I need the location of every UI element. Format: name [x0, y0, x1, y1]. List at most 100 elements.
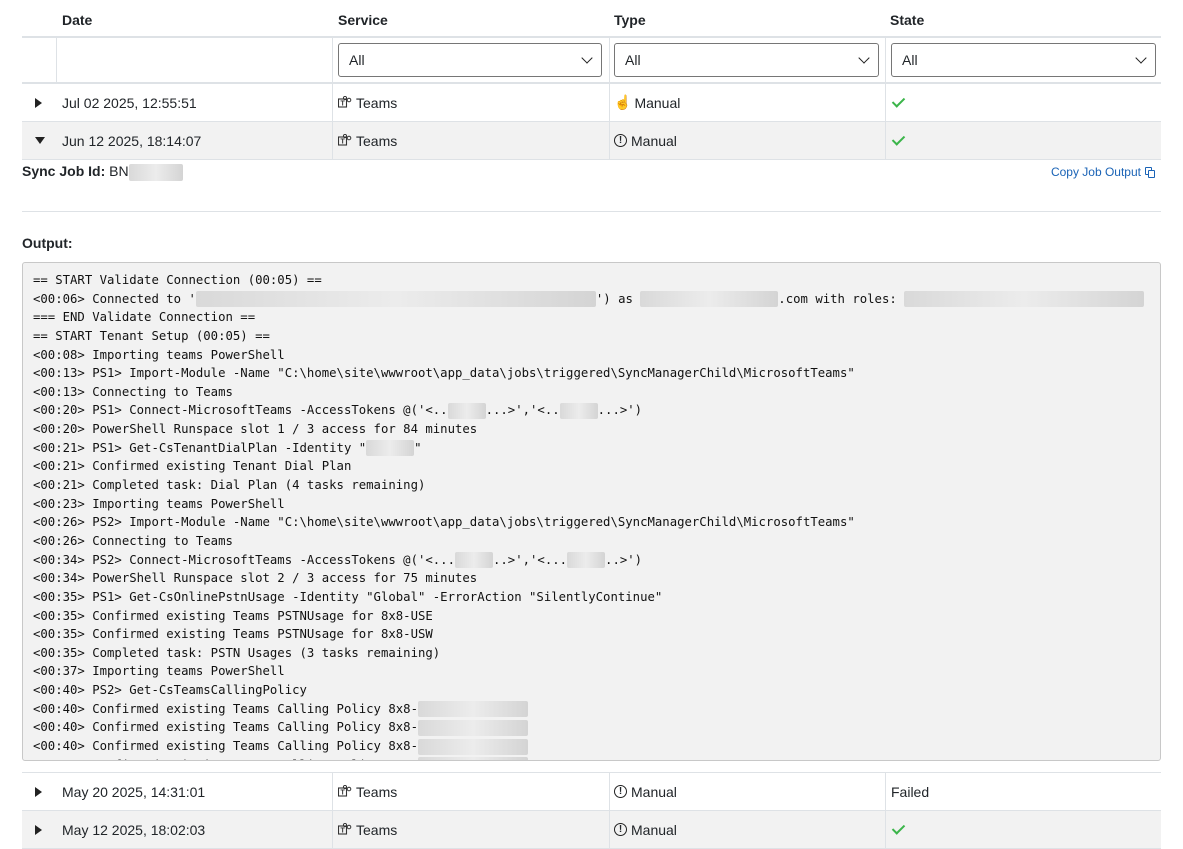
output-line: <00:35> Completed task: PSTN Usages (3 t…: [33, 645, 441, 660]
teams-icon: T: [338, 134, 352, 146]
teams-icon: T: [338, 823, 352, 835]
row-state: [891, 811, 906, 848]
table-header: Date Service Type State: [22, 0, 1161, 38]
table-row[interactable]: Jul 02 2025, 12:55:51 T Teams ☝ Manual: [22, 84, 1161, 122]
output-line: <00:23> Importing teams PowerShell: [33, 496, 285, 511]
output-line: <00:21> Confirmed existing Tenant Dial P…: [33, 459, 352, 474]
output-line: <00:40> PS2> Get-CsTeamsCallingPolicy: [33, 683, 307, 698]
output-line: === END Validate Connection ==: [33, 310, 256, 325]
redacted-block: [559, 402, 598, 419]
divider: [22, 211, 1161, 212]
output-line: <00:06> Connected to ' ') as .com with ro…: [33, 290, 1160, 309]
type-label: Manual: [634, 94, 681, 111]
caret-right-icon: [35, 824, 42, 835]
expand-toggle[interactable]: [35, 773, 42, 810]
svg-text:T: T: [341, 790, 346, 797]
check-icon: [891, 821, 906, 835]
output-line: <00:35> Confirmed existing Teams PSTNUsa…: [33, 608, 433, 623]
row-type: ! Manual: [614, 122, 677, 159]
type-filter-value: All: [625, 52, 641, 68]
chevron-down-icon: [1135, 52, 1147, 64]
redacted-block: [904, 291, 1145, 308]
redacted-block: [567, 552, 606, 569]
copy-icon: [1145, 166, 1155, 178]
output-line: == START Validate Connection (00:05) ==: [33, 273, 322, 287]
row-date: Jun 12 2025, 18:14:07: [62, 132, 202, 149]
svg-text:T: T: [341, 828, 346, 835]
redacted-block: [366, 440, 415, 457]
output-line: <00:37> Importing teams PowerShell: [33, 664, 285, 679]
output-line: <00:35> PS1> Get-CsOnlinePstnUsage -Iden…: [33, 589, 663, 604]
expand-toggle[interactable]: [35, 811, 42, 848]
table-row[interactable]: May 20 2025, 14:31:01 T Teams ! Manual F…: [22, 772, 1161, 811]
check-icon: [891, 132, 906, 146]
redacted-block: [447, 402, 486, 419]
service-label: Teams: [356, 821, 398, 838]
service-label: Teams: [356, 94, 398, 111]
collapse-toggle[interactable]: [35, 122, 45, 159]
copy-job-output-button[interactable]: Copy Job Output: [1051, 165, 1155, 179]
type-label: Manual: [631, 132, 677, 149]
redacted-block: [128, 163, 183, 181]
row-service: T Teams: [338, 811, 397, 848]
caret-down-icon: [35, 137, 45, 144]
output-line: == START Tenant Setup (00:05) ==: [33, 328, 270, 343]
redacted-block: [417, 701, 528, 718]
output-line: <00:34> PowerShell Runspace slot 2 / 3 a…: [33, 571, 478, 586]
output-line: <00:26> PS2> Import-Module -Name "C:\hom…: [33, 515, 855, 530]
row-type: ☝ Manual: [614, 84, 680, 121]
table-row-expanded[interactable]: Jun 12 2025, 18:14:07 T Teams ! Manual: [22, 122, 1161, 160]
info-circle-icon: !: [614, 785, 627, 798]
header-date: Date: [62, 12, 93, 28]
header-type: Type: [614, 12, 646, 28]
expand-toggle[interactable]: [35, 84, 42, 121]
sync-job-id-value: BN: [109, 163, 129, 179]
service-filter-select[interactable]: All: [338, 43, 602, 77]
row-date: May 12 2025, 18:02:03: [62, 821, 206, 838]
teams-icon: T: [338, 785, 352, 797]
type-label: Manual: [631, 783, 677, 800]
info-circle-icon: !: [614, 134, 627, 147]
row-date: Jul 02 2025, 12:55:51: [62, 94, 197, 111]
state-filter-select[interactable]: All: [891, 43, 1156, 77]
output-line: <00:13> Connecting to Teams: [33, 384, 233, 399]
row-state: [891, 84, 906, 121]
state-filter-value: All: [902, 52, 918, 68]
table-row[interactable]: May 12 2025, 18:02:03 T Teams ! Manual: [22, 811, 1161, 849]
svg-text:T: T: [341, 139, 346, 146]
row-service: T Teams: [338, 122, 397, 159]
output-line: <00:21> Completed task: Dial Plan (4 tas…: [33, 478, 426, 493]
output-line: <00:34> PS2> Connect-MicrosoftTeams -Acc…: [33, 552, 643, 569]
output-line: <00:20> PowerShell Runspace slot 1 / 3 a…: [33, 422, 478, 437]
output-line: <00:35> Confirmed existing Teams PSTNUsa…: [33, 627, 433, 642]
row-state: [891, 122, 906, 159]
output-label: Output:: [22, 235, 73, 251]
sync-job-id-label: Sync Job Id:: [22, 163, 106, 179]
redacted-block: [417, 738, 528, 755]
header-service: Service: [338, 12, 388, 28]
check-icon: [891, 94, 906, 108]
caret-right-icon: [35, 97, 42, 108]
output-line: <00:40> Confirmed existing Teams Calling…: [33, 737, 1160, 756]
output-line: <00:21> PS1> Get-CsTenantDialPlan -Ident…: [33, 440, 422, 457]
sync-jobs-table: Date Service Type State All All All Jul …: [22, 0, 1161, 849]
info-circle-icon: !: [614, 823, 627, 836]
job-output-console[interactable]: == START Validate Connection (00:05) == <…: [22, 262, 1161, 761]
type-filter-select[interactable]: All: [614, 43, 879, 77]
row-type: ! Manual: [614, 811, 677, 848]
filter-row: All All All: [22, 38, 1161, 84]
service-label: Teams: [356, 132, 398, 149]
row-state: Failed: [891, 783, 930, 800]
chevron-down-icon: [858, 52, 870, 64]
job-detail-panel: Sync Job Id: BN Copy Job Output Output: …: [22, 160, 1161, 772]
output-line: <00:40> Confirmed existing Teams Calling…: [33, 756, 1160, 760]
redacted-block: [195, 291, 596, 308]
redacted-block: [417, 757, 528, 760]
caret-right-icon: [35, 786, 42, 797]
service-filter-value: All: [349, 52, 365, 68]
redacted-block: [417, 719, 528, 736]
type-label: Manual: [631, 821, 677, 838]
svg-text:T: T: [341, 101, 346, 108]
row-service: T Teams: [338, 84, 397, 121]
service-label: Teams: [356, 783, 398, 800]
